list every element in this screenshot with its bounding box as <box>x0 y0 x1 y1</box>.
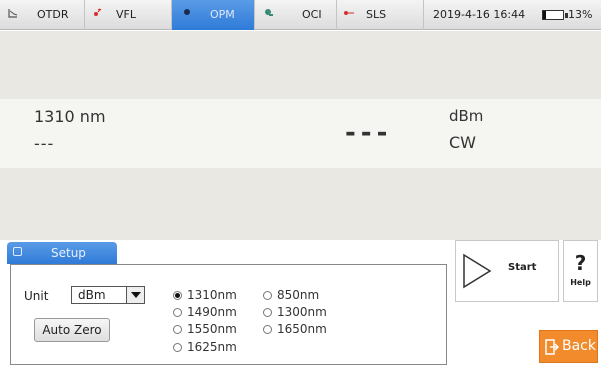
back-label: Back <box>562 338 596 354</box>
opm-dot-icon <box>183 8 191 19</box>
display-band-top <box>0 31 601 99</box>
tab-opm[interactable]: OPM <box>172 0 255 30</box>
tab-label: OTDR <box>37 8 69 21</box>
question-mark-icon: ? <box>574 251 587 275</box>
start-label: Start <box>508 262 537 273</box>
radio-dot[interactable] <box>173 342 182 352</box>
radio-dot[interactable] <box>263 290 272 300</box>
exit-icon <box>545 339 559 355</box>
battery-icon <box>542 10 568 20</box>
radio-label: 850nm <box>277 288 320 302</box>
start-button[interactable]: Start <box>455 240 559 302</box>
radio-1625nm[interactable]: 1625nm <box>173 340 237 354</box>
unit-label: Unit <box>24 289 49 303</box>
power-value: --- <box>345 118 393 148</box>
mode-readout: CW <box>449 133 476 152</box>
radio-dot[interactable] <box>173 307 182 317</box>
tab-label: OCI <box>302 8 322 21</box>
chevron-down-icon[interactable] <box>126 287 144 303</box>
wavelength-readout: 1310 nm <box>34 107 106 126</box>
auto-zero-button[interactable]: Auto Zero <box>34 318 110 342</box>
radio-label: 1490nm <box>187 305 237 319</box>
play-icon <box>463 253 492 289</box>
radio-850nm[interactable]: 850nm <box>263 288 319 302</box>
radio-label: 1550nm <box>187 322 237 336</box>
tab-label: VFL <box>116 8 136 21</box>
tab-label: SLS <box>366 8 387 21</box>
back-button[interactable]: Back <box>539 330 598 363</box>
setup-tab-label: Setup <box>51 246 86 260</box>
radio-dot[interactable] <box>173 324 182 334</box>
tab-label: OPM <box>210 8 235 21</box>
battery-percent: 13% <box>568 8 593 21</box>
tab-otdr[interactable]: OTDR <box>0 0 85 30</box>
tab-oci[interactable]: OCI <box>255 0 337 30</box>
radio-label: 1310nm <box>187 288 237 302</box>
vfl-laser-icon <box>92 8 102 21</box>
sls-source-icon <box>343 8 355 21</box>
radio-1550nm[interactable]: 1550nm <box>173 322 237 336</box>
radio-dot[interactable] <box>263 307 272 317</box>
radio-label: 1650nm <box>277 322 327 336</box>
radio-1300nm[interactable]: 1300nm <box>263 305 327 319</box>
display-band-bottom <box>0 168 601 240</box>
radio-dot[interactable] <box>173 290 182 300</box>
oci-probe-icon <box>264 8 274 21</box>
unit-readout: dBm <box>449 107 484 125</box>
radio-label: 1625nm <box>187 340 237 354</box>
tab-sls[interactable]: SLS <box>337 0 424 30</box>
help-label: Help <box>570 278 591 287</box>
battery-fill <box>543 11 546 19</box>
radio-1310nm[interactable]: 1310nm <box>173 288 237 302</box>
radio-dot[interactable] <box>263 324 272 334</box>
radio-1490nm[interactable]: 1490nm <box>173 305 237 319</box>
top-bar: OTDR VFL OPM OCI SLS 2019-4-16 16:44 13% <box>0 0 601 30</box>
otdr-trace-icon <box>8 8 18 21</box>
radio-1650nm[interactable]: 1650nm <box>263 322 327 336</box>
secondary-value: --- <box>34 134 55 153</box>
help-button[interactable]: ? Help <box>563 240 598 302</box>
unit-select-value: dBm <box>78 288 106 302</box>
setup-icon <box>13 247 22 256</box>
radio-label: 1300nm <box>277 305 327 319</box>
unit-select[interactable]: dBm <box>71 286 145 304</box>
tab-vfl[interactable]: VFL <box>85 0 172 30</box>
setup-tab[interactable]: Setup <box>7 242 117 264</box>
datetime: 2019-4-16 16:44 <box>433 8 526 21</box>
